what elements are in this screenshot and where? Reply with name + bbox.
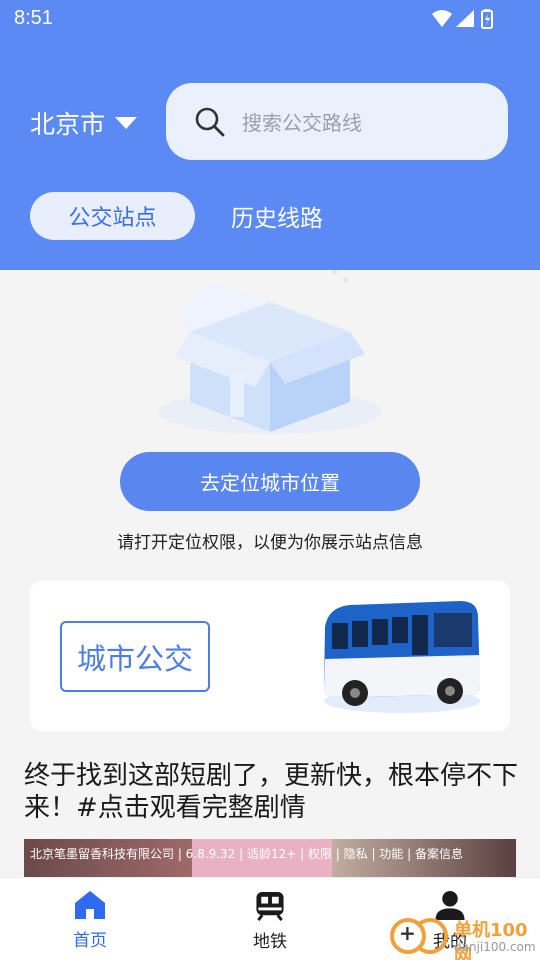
status-bar: 8:51 — [0, 0, 540, 38]
dropdown-triangle-icon — [115, 117, 138, 129]
status-time: 8:51 — [14, 7, 53, 29]
nav-home-label: 首页 — [73, 931, 107, 951]
city-bus-label: 城市公交 — [60, 621, 210, 692]
locate-city-button[interactable]: 去定位城市位置 — [120, 452, 420, 511]
signal-icon — [456, 10, 474, 27]
header: 8:51 北京市 搜索公交路线 公交站点 历史线路 — [0, 0, 540, 270]
empty-box-illustration — [158, 270, 382, 434]
tab-history-routes[interactable]: 历史线路 — [214, 192, 340, 240]
search-placeholder: 搜索公交路线 — [242, 111, 362, 135]
plus-icon: + — [399, 921, 416, 945]
nav-subway[interactable]: 地铁 — [220, 890, 320, 952]
nav-subway-label: 地铁 — [253, 932, 287, 952]
bus-icon — [324, 601, 480, 713]
ad-image[interactable]: 北京笔墨留香科技有限公司 | 6.8.9.32 | 适龄12+ | 权限 | 隐… — [24, 839, 516, 879]
search-icon — [195, 107, 225, 136]
city-name: 北京市 — [30, 110, 106, 139]
city-selector[interactable]: 北京市 — [30, 106, 138, 140]
status-icons — [432, 9, 493, 29]
location-permission-hint: 请打开定位权限，以便为你展示站点信息 — [117, 533, 423, 553]
nav-home[interactable]: 首页 — [40, 890, 140, 952]
search-bar[interactable]: 搜索公交路线 — [166, 83, 508, 160]
subway-icon — [256, 891, 284, 921]
city-bus-card[interactable]: 城市公交 — [30, 581, 510, 731]
wifi-icon — [432, 10, 452, 27]
watermark: + 单机100网 danji100.com — [388, 912, 540, 960]
watermark-url: danji100.com — [454, 940, 536, 954]
tab-bus-stops[interactable]: 公交站点 — [30, 192, 195, 240]
home-icon — [75, 891, 105, 919]
ad-title[interactable]: 终于找到这部短剧了，更新快，根本停不下来！#点击观看完整剧情 — [24, 760, 519, 824]
ad-meta[interactable]: 北京笔墨留香科技有限公司 | 6.8.9.32 | 适龄12+ | 权限 | 隐… — [30, 845, 463, 862]
